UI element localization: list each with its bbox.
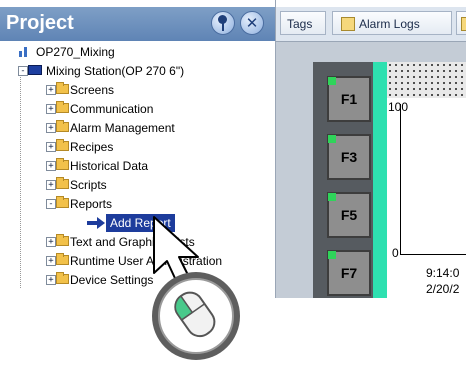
tab-overflow[interactable] xyxy=(456,11,466,35)
folder-icon xyxy=(56,101,69,113)
expand-icon[interactable]: + xyxy=(46,237,56,247)
expand-icon[interactable]: + xyxy=(46,123,56,133)
expand-icon[interactable]: + xyxy=(46,85,56,95)
tree-root[interactable]: OP270_Mixing xyxy=(18,43,268,61)
folder-icon xyxy=(56,82,69,94)
trend-y-axis xyxy=(400,104,401,254)
expand-icon[interactable]: + xyxy=(46,161,56,171)
tree-item-screens[interactable]: + Screens xyxy=(46,81,266,99)
trend-y-max: 100 xyxy=(388,100,409,114)
folder-icon xyxy=(56,272,69,284)
tree-connector xyxy=(20,68,21,288)
folder-icon xyxy=(56,139,69,151)
tab-tags[interactable]: Tags xyxy=(280,11,326,35)
tree-item-station[interactable]: - Mixing Station(OP 270 6") xyxy=(18,62,268,80)
function-key-f1[interactable]: F1 xyxy=(327,76,371,122)
folder-icon xyxy=(56,253,69,265)
expand-icon[interactable]: + xyxy=(46,256,56,266)
tree-item-scripts[interactable]: + Scripts xyxy=(46,176,266,194)
trend-header-grid xyxy=(387,62,466,98)
trend-time: 9:14:0 xyxy=(426,266,460,280)
folder-icon xyxy=(56,120,69,132)
close-icon[interactable]: ✕ xyxy=(240,11,264,35)
trend-y-min: 0 xyxy=(392,246,399,260)
add-arrow-icon xyxy=(87,217,105,229)
expand-icon[interactable]: + xyxy=(46,142,56,152)
hmi-key-strip xyxy=(373,62,387,298)
tab-alarm-logs[interactable]: Alarm Logs xyxy=(332,11,452,35)
tab-label: Alarm Logs xyxy=(359,17,420,31)
folder-icon xyxy=(56,177,69,189)
project-panel: Project ✕ OP270_Mixing - Mixing Station(… xyxy=(0,0,276,298)
tree-item-historical-data[interactable]: + Historical Data xyxy=(46,157,266,175)
function-key-f7[interactable]: F7 xyxy=(327,250,371,296)
screen-editor: F1 F3 F5 F7 100 0 9:14:0 2/20/2 xyxy=(276,42,466,298)
function-key-f5[interactable]: F5 xyxy=(327,192,371,238)
mouse-click-callout-icon xyxy=(152,272,240,360)
function-key-f3[interactable]: F3 xyxy=(327,134,371,180)
hmi-device-icon xyxy=(28,65,42,75)
folder-icon xyxy=(56,158,69,170)
tree-item-communication[interactable]: + Communication xyxy=(46,100,266,118)
panel-title: Project xyxy=(6,12,74,34)
collapse-icon[interactable]: - xyxy=(18,66,28,76)
trend-x-axis xyxy=(400,254,466,255)
collapse-icon[interactable]: - xyxy=(46,199,56,209)
tree-item-alarm-management[interactable]: + Alarm Management xyxy=(46,119,266,137)
expand-icon[interactable]: + xyxy=(46,275,56,285)
tab-icon xyxy=(461,17,466,31)
trend-date: 2/20/2 xyxy=(426,282,460,296)
project-panel-header: Project ✕ xyxy=(0,7,275,41)
expand-icon[interactable]: + xyxy=(46,180,56,190)
folder-icon xyxy=(56,234,69,246)
editor-tabs: Tags Alarm Logs xyxy=(276,7,466,42)
folder-icon xyxy=(56,196,69,208)
project-root-icon xyxy=(18,45,32,57)
alarm-log-icon xyxy=(341,17,355,31)
tree-item-reports[interactable]: - Reports xyxy=(46,195,266,213)
tree-item-recipes[interactable]: + Recipes xyxy=(46,138,266,156)
expand-icon[interactable]: + xyxy=(46,104,56,114)
pin-icon[interactable] xyxy=(211,11,235,35)
